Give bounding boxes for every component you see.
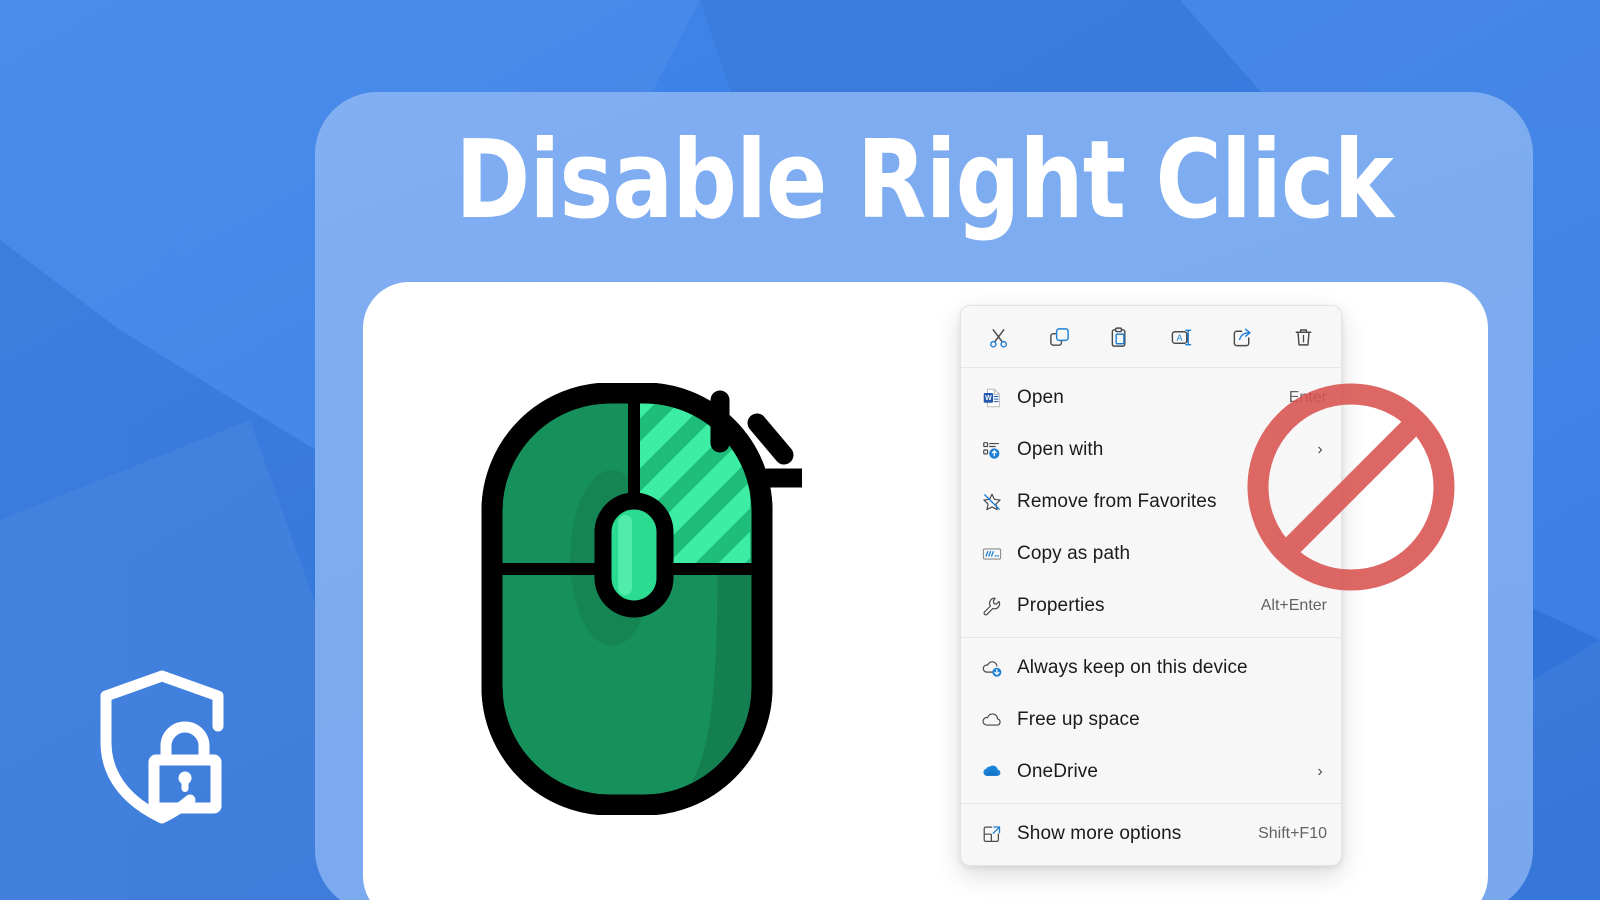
menu-item-shortcut: Shift+F10 [1258, 825, 1327, 842]
menu-item-onedrive[interactable]: OneDrive › [961, 746, 1341, 798]
mouse-illustration [481, 383, 802, 815]
copy-as-path-icon [979, 541, 1005, 567]
menu-item-open[interactable]: W Open Enter [961, 372, 1341, 424]
menu-item-label: Open [1017, 387, 1064, 408]
wrench-icon [979, 593, 1005, 619]
menu-item-label: Show more options [1017, 823, 1182, 844]
poster-canvas: Disable Right Click A W Open Enter Open … [0, 0, 1600, 900]
delete-icon[interactable] [1287, 320, 1321, 354]
menu-item-open-with[interactable]: Open with › [961, 424, 1341, 476]
menu-item-label: Copy as path [1017, 543, 1131, 564]
chevron-right-icon: › [1317, 441, 1323, 458]
cloud-download-icon [979, 655, 1005, 681]
menu-item-copy-as-path[interactable]: Copy as path [961, 528, 1341, 580]
share-icon[interactable] [1226, 320, 1260, 354]
shield-lock-icon [100, 670, 224, 824]
word-document-icon: W [979, 385, 1005, 411]
menu-item-remove-from-favorites[interactable]: Remove from Favorites [961, 476, 1341, 528]
context-menu-toolbar[interactable]: A [961, 306, 1341, 368]
star-off-icon [979, 489, 1005, 515]
menu-item-show-more-options[interactable]: Show more options Shift+F10 [961, 808, 1341, 860]
menu-item-shortcut: Alt+Enter [1260, 597, 1327, 614]
menu-item-free-up-space[interactable]: Free up space [961, 694, 1341, 746]
menu-item-shortcut: Enter [1288, 389, 1327, 406]
menu-item-label: Free up space [1017, 709, 1140, 730]
menu-item-label: Remove from Favorites [1017, 491, 1217, 512]
svg-text:A: A [1177, 332, 1184, 342]
onedrive-icon [979, 759, 1005, 785]
open-with-icon [979, 437, 1005, 463]
cloud-icon [979, 707, 1005, 733]
rename-icon[interactable]: A [1165, 320, 1199, 354]
show-more-options-icon [979, 821, 1005, 847]
chevron-right-icon: › [1317, 763, 1323, 780]
menu-group-onedrive: Always keep on this device Free up space [961, 638, 1341, 803]
menu-group-more: Show more options Shift+F10 [961, 804, 1341, 865]
context-menu[interactable]: A W Open Enter Open with › Remove from F… [960, 305, 1342, 866]
page-title: Disable Right Click [455, 118, 1393, 243]
menu-item-label: Properties [1017, 595, 1105, 616]
menu-item-label: OneDrive [1017, 761, 1099, 782]
menu-item-label: Open with [1017, 439, 1104, 460]
paste-icon[interactable] [1103, 320, 1137, 354]
menu-item-always-keep-on-this-device[interactable]: Always keep on this device [961, 642, 1341, 694]
copy-icon[interactable] [1042, 320, 1076, 354]
menu-item-properties[interactable]: Properties Alt+Enter [961, 580, 1341, 632]
svg-text:W: W [985, 395, 992, 402]
menu-item-label: Always keep on this device [1017, 657, 1248, 678]
cut-icon[interactable] [981, 320, 1015, 354]
menu-group-file: W Open Enter Open with › Remove from Fav… [961, 368, 1341, 637]
